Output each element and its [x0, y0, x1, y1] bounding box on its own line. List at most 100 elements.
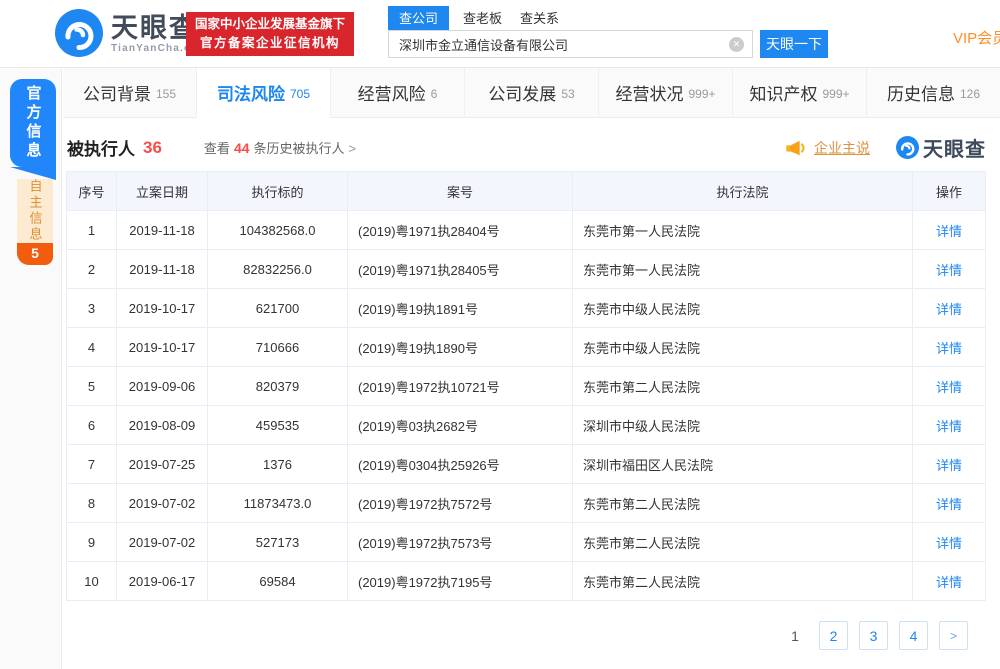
page-button-4[interactable]: 4: [899, 621, 928, 650]
tab-count: 126: [959, 87, 981, 101]
cell-action: 详情: [913, 250, 985, 288]
detail-link[interactable]: 详情: [936, 377, 962, 396]
owner-say-label: 企业主说: [814, 139, 870, 156]
cell-action: 详情: [913, 562, 985, 600]
detail-link[interactable]: 详情: [936, 494, 962, 513]
cell-case-number: (2019)粤1972执7573号: [348, 523, 573, 561]
cell-action: 详情: [913, 406, 985, 444]
tab-经营状况[interactable]: 经营状况 999+: [598, 68, 732, 118]
detail-link[interactable]: 详情: [936, 260, 962, 279]
eye-icon: [55, 9, 103, 57]
cell-filing-date: 2019-11-18: [117, 250, 208, 288]
tab-count: 999+: [688, 87, 716, 101]
cell-exec-amount: 621700: [208, 289, 348, 327]
history-prefix: 查看: [203, 141, 230, 156]
cell-court: 东莞市第一人民法院: [573, 250, 913, 288]
owner-say-link[interactable]: 企业主说: [786, 138, 870, 158]
cell-filing-date: 2019-07-02: [117, 484, 208, 522]
pagination: 1 2 3 4 >: [63, 621, 968, 650]
column-header-执行法院: 执行法院: [573, 172, 913, 210]
cell-court: 东莞市第一人民法院: [573, 211, 913, 249]
cell-index: 5: [67, 367, 117, 405]
column-header-序号: 序号: [67, 172, 117, 210]
tab-历史信息[interactable]: 历史信息 126: [866, 68, 1000, 118]
badge-line-2: 官方备案企业征信机构: [200, 36, 341, 50]
column-header-立案日期: 立案日期: [117, 172, 208, 210]
table-row: 4 2019-10-17 710666 (2019)粤19执1890号 东莞市中级人民法…: [67, 328, 985, 367]
table-row: 6 2019-08-09 459535 (2019)粤03执2682号 深圳市中级人民法…: [67, 406, 985, 445]
table-row: 1 2019-11-18 104382568.0 (2019)粤1971执28404号…: [67, 211, 985, 250]
cell-index: 2: [67, 250, 117, 288]
official-info-tab[interactable]: 官方信息: [10, 79, 56, 180]
clear-icon[interactable]: ✕: [729, 37, 744, 52]
tab-count: 6: [430, 87, 438, 101]
main-content: 公司背景 155 司法风险 705 经营风险 6 公司发展 53 经营状况 999+ 知识产权 999…: [63, 68, 1000, 650]
search-area: 查公司查老板查关系 ✕ 天眼一下: [388, 6, 828, 58]
search-input[interactable]: [388, 30, 753, 58]
cell-action: 详情: [913, 289, 985, 327]
history-count: 44: [233, 140, 250, 156]
cell-filing-date: 2019-07-02: [117, 523, 208, 561]
cell-action: 详情: [913, 445, 985, 483]
section-header: 被执行人 36 查看 44 条历史被执行人 > 企业主说 天眼查: [63, 118, 1000, 171]
detail-link[interactable]: 详情: [936, 338, 962, 357]
cell-case-number: (2019)粤1971执28405号: [348, 250, 573, 288]
next-page-button[interactable]: >: [939, 621, 968, 650]
search-tab-查公司[interactable]: 查公司: [388, 6, 450, 30]
history-link[interactable]: 查看 44 条历史被执行人 >: [204, 138, 356, 157]
cell-court: 东莞市第二人民法院: [573, 562, 913, 600]
badge-line-1: 国家中小企业发展基金旗下: [195, 17, 346, 31]
detail-link[interactable]: 详情: [936, 455, 962, 474]
detail-link[interactable]: 详情: [936, 533, 962, 552]
search-tabs: 查公司 查老板 查关系: [388, 6, 828, 30]
megaphone-icon: [786, 140, 805, 155]
page-button-3[interactable]: 3: [859, 621, 888, 650]
watermark-logo-text: 天眼查: [923, 139, 986, 161]
column-header-案号: 案号: [348, 172, 573, 210]
tab-公司背景[interactable]: 公司背景 155: [63, 68, 196, 118]
tab-经营风险[interactable]: 经营风险 6: [330, 68, 464, 118]
table-row: 9 2019-07-02 527173 (2019)粤1972执7573号 东莞市第二人…: [67, 523, 985, 562]
vip-member-link[interactable]: VIP会员: [953, 27, 1000, 48]
search-tab-查关系[interactable]: 查关系: [520, 8, 559, 30]
cell-index: 8: [67, 484, 117, 522]
table-header-row: 序号 立案日期 执行标的 案号 执行法院 操作: [67, 172, 985, 211]
cell-exec-amount: 710666: [208, 328, 348, 366]
certification-badge: 国家中小企业发展基金旗下 官方备案企业征信机构: [186, 12, 355, 56]
self-info-tab[interactable]: 自主信息: [17, 179, 53, 243]
cell-court: 东莞市中级人民法院: [573, 289, 913, 327]
cell-index: 4: [67, 328, 117, 366]
cell-court: 东莞市中级人民法院: [573, 328, 913, 366]
cell-index: 1: [67, 211, 117, 249]
search-button[interactable]: 天眼一下: [760, 30, 828, 58]
left-rail: 官方信息 自主信息 5: [0, 69, 62, 669]
table-row: 2 2019-11-18 82832256.0 (2019)粤1971执28405号东…: [67, 250, 985, 289]
tab-count: 155: [155, 87, 177, 101]
table-row: 3 2019-10-17 621700 (2019)粤19执1891号 东莞市中级人民法…: [67, 289, 985, 328]
page-current: 1: [791, 627, 799, 644]
tab-司法风险[interactable]: 司法风险 705: [196, 68, 330, 118]
detail-link[interactable]: 详情: [936, 416, 962, 435]
cell-exec-amount: 1376: [208, 445, 348, 483]
cell-court: 东莞市第二人民法院: [573, 367, 913, 405]
cell-action: 详情: [913, 523, 985, 561]
cell-index: 10: [67, 562, 117, 600]
self-info-count-badge[interactable]: 5: [17, 243, 53, 265]
cell-court: 深圳市福田区人民法院: [573, 445, 913, 483]
table-row: 10 2019-06-17 69584 (2019)粤1972执7195号 东莞市第二人…: [67, 562, 985, 601]
page-button-2[interactable]: 2: [819, 621, 848, 650]
tab-公司发展[interactable]: 公司发展 53: [464, 68, 598, 118]
cell-exec-amount: 459535: [208, 406, 348, 444]
cell-case-number: (2019)粤0304执25926号: [348, 445, 573, 483]
detail-link[interactable]: 详情: [936, 221, 962, 240]
cell-exec-amount: 820379: [208, 367, 348, 405]
table-row: 5 2019-09-06 820379 (2019)粤1972执10721号 东莞市第二…: [67, 367, 985, 406]
cell-index: 9: [67, 523, 117, 561]
tab-知识产权[interactable]: 知识产权 999+: [732, 68, 866, 118]
tab-label: 公司发展: [488, 85, 557, 104]
detail-link[interactable]: 详情: [936, 572, 962, 591]
search-tab-查老板[interactable]: 查老板: [463, 8, 502, 30]
detail-link[interactable]: 详情: [936, 299, 962, 318]
cell-case-number: (2019)粤03执2682号: [348, 406, 573, 444]
cell-filing-date: 2019-10-17: [117, 289, 208, 327]
